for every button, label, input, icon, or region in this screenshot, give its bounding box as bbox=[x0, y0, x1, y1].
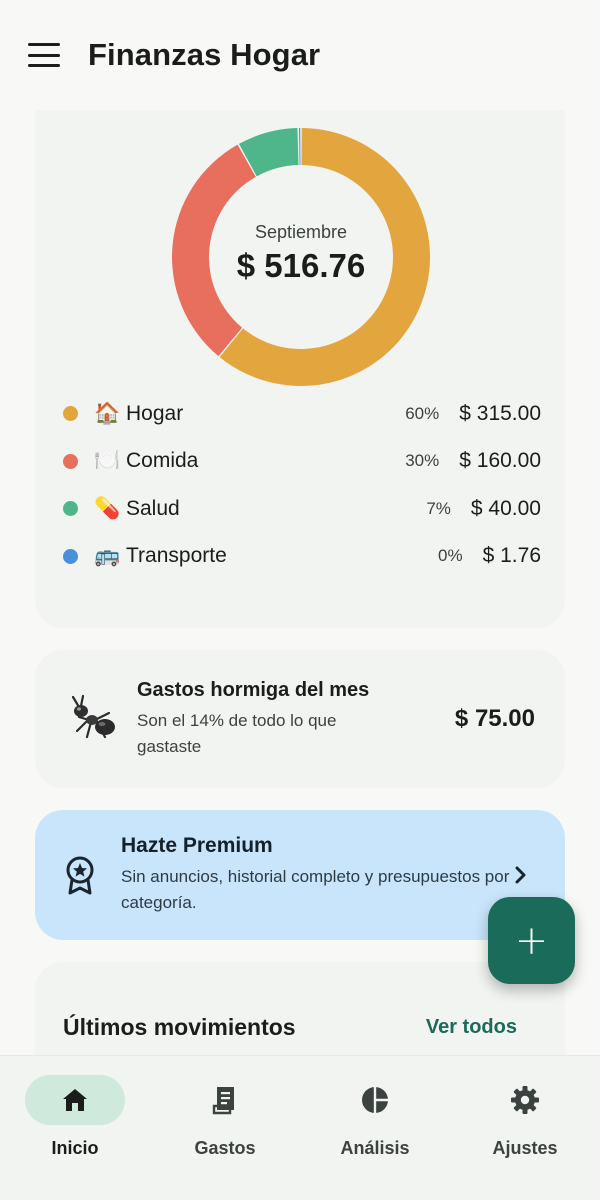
ant-expenses-card[interactable]: Gastos hormiga del mes Son el 14% de tod… bbox=[35, 650, 565, 788]
premium-text: Hazte Premium Sin anuncios, historial co… bbox=[121, 834, 513, 916]
nav-item-inicio[interactable]: Inicio bbox=[0, 1056, 150, 1200]
category-amount: $ 40.00 bbox=[470, 496, 541, 520]
recent-movements-card: Últimos movimientos Ver todos bbox=[35, 962, 565, 1055]
legend-row-hogar[interactable]: 🏠 Hogar 60% $ 315.00 bbox=[63, 390, 541, 438]
add-expense-button[interactable]: + bbox=[488, 897, 575, 984]
category-percent: 60% bbox=[405, 403, 440, 423]
ant-expenses-subtitle: Son el 14% de todo lo que gastaste bbox=[137, 710, 337, 756]
category-name: Salud bbox=[126, 496, 180, 520]
category-percent: 30% bbox=[405, 451, 440, 471]
monthly-summary-card: Septiembre $ 516.76 🏠 Hogar 60% $ 315.00… bbox=[35, 110, 565, 628]
nav-indicator bbox=[325, 1075, 425, 1125]
category-name: Hogar bbox=[126, 401, 184, 425]
ant-icon bbox=[71, 694, 115, 739]
nav-label: Inicio bbox=[51, 1138, 99, 1158]
category-amount: $ 1.76 bbox=[482, 544, 541, 568]
recent-movements-title: Últimos movimientos bbox=[63, 1014, 296, 1040]
donut-chart: Septiembre $ 516.76 bbox=[172, 128, 430, 386]
legend-row-salud[interactable]: 💊 Salud 7% $ 40.00 bbox=[63, 485, 541, 533]
see-all-link[interactable]: Ver todos bbox=[426, 1016, 517, 1039]
plate-icon: 🍽️ bbox=[94, 449, 121, 473]
legend-dot bbox=[63, 501, 78, 517]
category-percent: 0% bbox=[438, 546, 463, 566]
award-icon bbox=[66, 856, 94, 895]
nav-label: Ajustes bbox=[492, 1138, 558, 1158]
category-percent: 7% bbox=[426, 498, 451, 518]
app-title: Finanzas Hogar bbox=[88, 37, 321, 72]
top-app-bar: Finanzas Hogar bbox=[0, 0, 600, 110]
nav-item-analisis[interactable]: Análisis bbox=[300, 1056, 450, 1200]
category-amount: $ 160.00 bbox=[459, 449, 541, 473]
ant-expenses-text: Gastos hormiga del mes Son el 14% de tod… bbox=[137, 679, 455, 760]
donut-center: Septiembre $ 516.76 bbox=[172, 128, 430, 386]
menu-icon[interactable] bbox=[28, 43, 60, 67]
recent-movements-header: Últimos movimientos Ver todos bbox=[63, 1014, 517, 1041]
nav-label: Gastos bbox=[194, 1138, 256, 1158]
legend-row-comida[interactable]: 🍽️ Comida 30% $ 160.00 bbox=[63, 438, 541, 486]
gear-icon bbox=[511, 1086, 539, 1114]
premium-subtitle: Sin anuncios, historial completo y presu… bbox=[121, 867, 510, 912]
plus-icon: + bbox=[514, 917, 549, 964]
home-icon bbox=[63, 1089, 87, 1111]
receipt-icon bbox=[212, 1087, 234, 1115]
pill-icon: 💊 bbox=[94, 496, 121, 520]
pie-chart-icon bbox=[362, 1087, 388, 1113]
premium-banner[interactable]: Hazte Premium Sin anuncios, historial co… bbox=[35, 810, 565, 940]
house-icon: 🏠 bbox=[94, 401, 121, 425]
chevron-right-icon bbox=[515, 866, 526, 884]
category-name: Comida bbox=[126, 449, 199, 473]
category-name: Transporte bbox=[126, 544, 227, 568]
legend-dot bbox=[63, 548, 78, 564]
ant-expenses-amount: $ 75.00 bbox=[454, 705, 535, 732]
legend-dot bbox=[63, 406, 78, 422]
bus-icon: 🚌 bbox=[94, 544, 121, 568]
bottom-navigation: Inicio Gastos Análisis Ajustes bbox=[0, 1055, 600, 1200]
category-legend: 🏠 Hogar 60% $ 315.00 🍽️ Comida 30% $ 160… bbox=[63, 390, 541, 580]
nav-item-ajustes[interactable]: Ajustes bbox=[450, 1056, 600, 1200]
nav-label: Análisis bbox=[340, 1138, 410, 1158]
nav-indicator bbox=[175, 1075, 275, 1125]
ant-expenses-title: Gastos hormiga del mes bbox=[137, 678, 370, 701]
month-total: $ 516.76 bbox=[236, 246, 366, 284]
nav-item-gastos[interactable]: Gastos bbox=[150, 1056, 300, 1200]
premium-title: Hazte Premium bbox=[121, 834, 273, 857]
nav-indicator bbox=[475, 1075, 575, 1125]
legend-dot bbox=[63, 453, 78, 469]
category-amount: $ 315.00 bbox=[459, 401, 541, 425]
nav-indicator bbox=[25, 1075, 125, 1125]
month-label: Septiembre bbox=[254, 221, 348, 242]
legend-row-transporte[interactable]: 🚌 Transporte 0% $ 1.76 bbox=[63, 533, 541, 581]
